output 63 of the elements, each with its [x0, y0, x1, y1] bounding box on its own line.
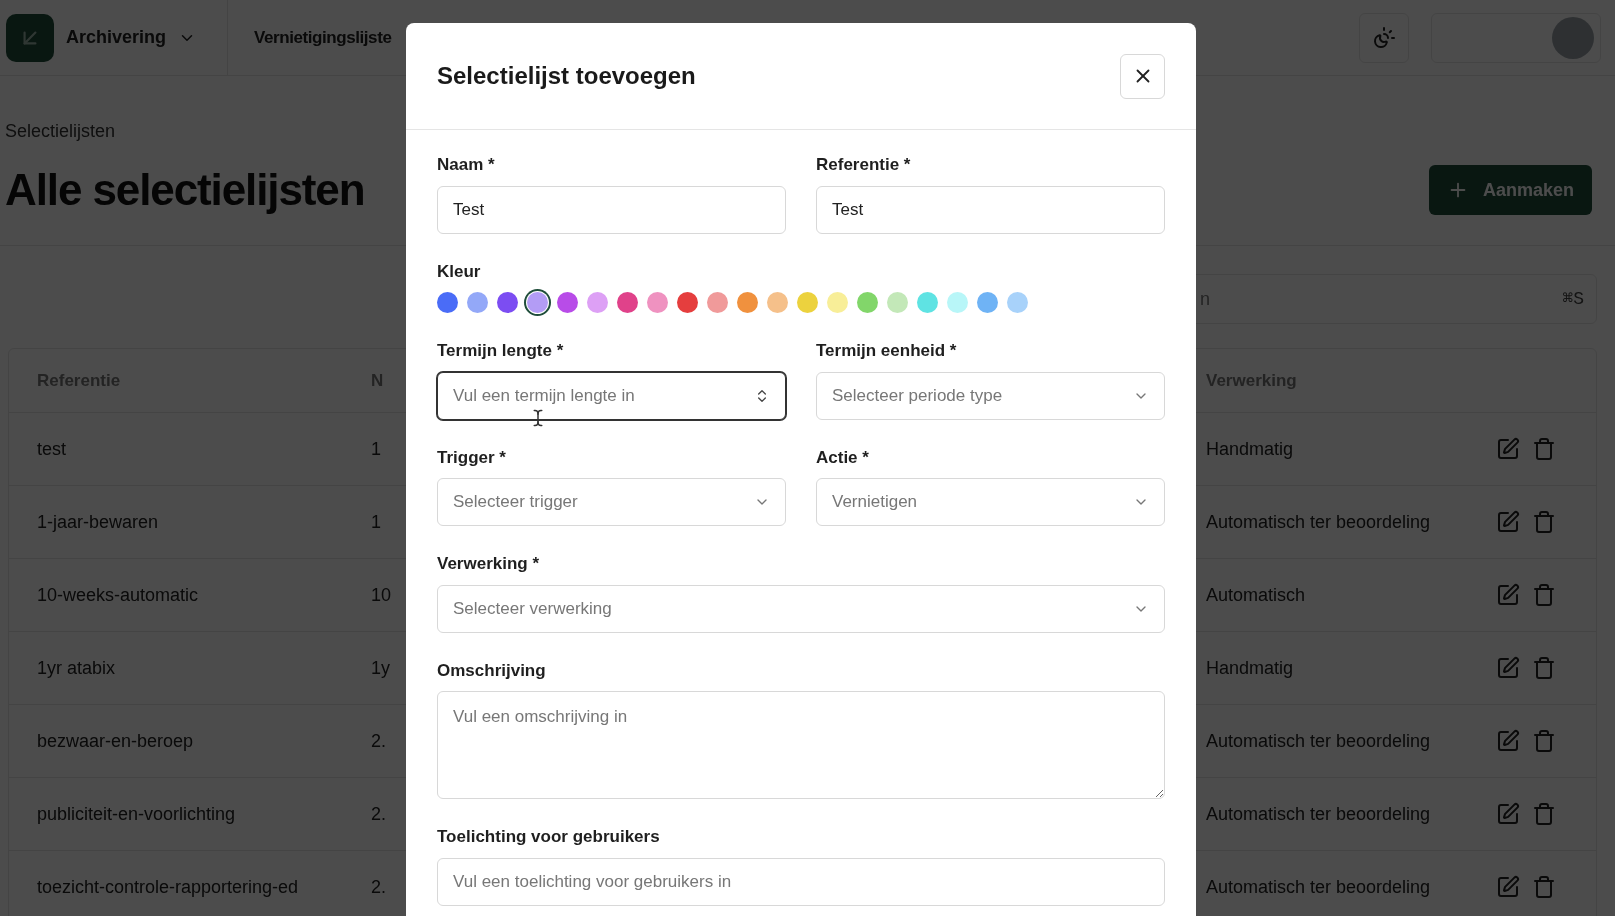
table-cell-text: Automatisch ter beoordeling	[1206, 510, 1432, 534]
select-dropdown[interactable]: Vernietigen	[816, 478, 1165, 526]
table-cell-text: 2.	[371, 875, 386, 899]
table-cell-text: Handmatig	[1206, 437, 1295, 461]
number-input[interactable]: Vul een termijn lengte in	[437, 371, 786, 420]
table-cell-text: 2.	[371, 729, 386, 753]
field-label: Termijn eenheid *	[816, 340, 958, 362]
table-cell-text: 1y	[371, 656, 390, 680]
table-cell-text: Automatisch	[1206, 583, 1307, 607]
color-swatch[interactable]	[887, 292, 908, 313]
color-swatch[interactable]	[917, 292, 938, 313]
modal-title: Selectielijst toevoegen	[437, 61, 696, 91]
textarea-input[interactable]: Vul een omschrijving in	[437, 691, 1165, 799]
field-label: Naam *	[437, 154, 496, 176]
table-cell-text: 1	[371, 510, 381, 534]
field-label: Termijn lengte *	[437, 340, 565, 362]
table-cell-text: 1yr atabix	[36, 656, 117, 680]
color-swatch[interactable]	[707, 292, 728, 313]
color-swatch[interactable]	[467, 292, 488, 313]
table-cell-text: Automatisch ter beoordeling	[1206, 729, 1432, 753]
color-swatch[interactable]	[767, 292, 788, 313]
table-cell-text: publiciteit-en-voorlichting	[36, 802, 237, 826]
color-swatch[interactable]	[497, 292, 518, 313]
select-dropdown[interactable]: Selecteer periode type	[816, 371, 1165, 420]
table-cell-text: 10	[371, 583, 392, 607]
text-input[interactable]: Vul een toelichting voor gebruikers in	[437, 857, 1165, 906]
color-swatch[interactable]	[737, 292, 758, 313]
table-cell-text: Automatisch ter beoordeling	[1206, 875, 1432, 899]
field-label: Trigger *	[437, 446, 507, 469]
table-cell-text: Handmatig	[1206, 656, 1295, 680]
color-swatch[interactable]	[977, 292, 998, 313]
field-label: Toelichting voor gebruikers	[437, 826, 661, 848]
table-cell-text: bezwaar-en-beroep	[36, 729, 195, 753]
keyboard-shortcut: ⌘S	[1562, 287, 1584, 311]
page-title: Alle selectielijsten	[5, 164, 365, 216]
table-cell-text: test	[36, 437, 67, 461]
table-cell-text: 10-weeks-automatic	[36, 583, 200, 607]
field-label: Actie *	[816, 446, 870, 469]
color-swatch[interactable]	[647, 292, 668, 313]
color-swatch[interactable]	[677, 292, 698, 313]
select-dropdown[interactable]: Selecteer trigger	[437, 478, 786, 526]
field-label: Referentie *	[816, 154, 912, 176]
color-swatch[interactable]	[827, 292, 848, 313]
table-cell-text: 1-jaar-bewaren	[36, 510, 160, 534]
color-swatch[interactable]	[527, 292, 548, 313]
close-button[interactable]	[1120, 53, 1165, 99]
text-input[interactable]: Test	[816, 185, 1165, 234]
color-swatch[interactable]	[857, 292, 878, 313]
color-swatch[interactable]	[557, 292, 578, 313]
color-swatch[interactable]	[947, 292, 968, 313]
field-label: Omschrijving	[437, 659, 547, 682]
table-cell-text: toezicht-controle-rapportering-ed	[36, 875, 300, 899]
color-swatch[interactable]	[437, 292, 458, 313]
field-label: Kleur	[437, 260, 482, 283]
color-swatch[interactable]	[587, 292, 608, 313]
table-cell-text: 1	[371, 437, 381, 461]
table-cell-text: 2.	[371, 802, 386, 826]
table-cell-text: Automatisch ter beoordeling	[1206, 802, 1432, 826]
color-swatch[interactable]	[617, 292, 638, 313]
text-input[interactable]: Test	[437, 185, 786, 234]
color-swatch[interactable]	[1007, 292, 1028, 313]
select-dropdown[interactable]: Selecteer verwerking	[437, 584, 1165, 633]
color-swatch[interactable]	[797, 292, 818, 313]
